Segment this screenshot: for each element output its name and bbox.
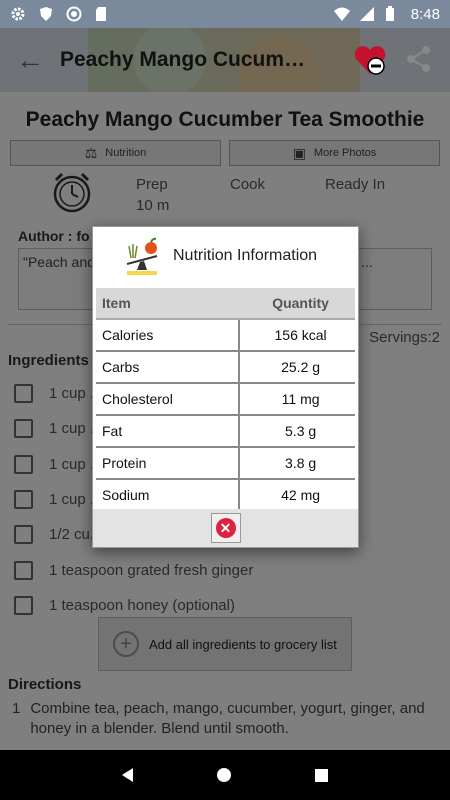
heart-remove-icon: [354, 46, 386, 75]
nutrient-quantity: 25.2 g: [240, 352, 355, 384]
nutrient-name: Calories: [96, 320, 241, 352]
dialog-footer: ✕: [93, 509, 358, 547]
nutrient-name: Protein: [96, 448, 241, 480]
sd-card-icon: [94, 6, 110, 22]
table-row: Protein 3.8 g: [96, 448, 355, 480]
dialog-header: Nutrition Information: [93, 227, 358, 285]
wifi-icon: [333, 6, 350, 22]
battery-icon: [385, 6, 401, 22]
system-nav-bar: [0, 750, 450, 800]
gear-icon: [10, 6, 26, 22]
nutrition-table: Item Quantity Calories 156 kcal Carbs 25.2…: [96, 288, 355, 512]
nav-back-button[interactable]: [122, 768, 133, 782]
favorite-toggle-button[interactable]: [352, 42, 388, 78]
table-row: Cholesterol 11 mg: [96, 384, 355, 416]
nutrient-name: Cholesterol: [96, 384, 241, 416]
shield-icon: [38, 6, 54, 22]
column-header-item: Item: [96, 288, 241, 320]
close-dialog-button[interactable]: ✕: [210, 513, 241, 543]
nutrition-dialog: Nutrition Information Item Quantity Calo…: [92, 226, 359, 548]
table-row: Fat 5.3 g: [96, 416, 355, 448]
nutrient-name: Fat: [96, 416, 241, 448]
nav-home-button[interactable]: [217, 768, 231, 782]
app-bar-title: Peachy Mango Cucumber Tea Smoothie: [60, 48, 310, 71]
nutrient-quantity: 156 kcal: [240, 320, 355, 352]
nutrient-quantity: 42 mg: [240, 480, 355, 512]
nav-recents-button[interactable]: [315, 768, 328, 782]
status-time: 8:48: [410, 5, 440, 23]
table-row: Calories 156 kcal: [96, 320, 355, 352]
column-header-quantity: Quantity: [240, 288, 355, 320]
close-icon: ✕: [215, 518, 236, 538]
nutrient-name: Sodium: [96, 480, 241, 512]
back-button[interactable]: ←: [0, 28, 60, 92]
nutrient-quantity: 3.8 g: [240, 448, 355, 480]
arrow-left-icon: ←: [16, 44, 44, 75]
table-row: Sodium 42 mg: [96, 480, 355, 512]
nutrient-quantity: 11 mg: [240, 384, 355, 416]
table-header-row: Item Quantity: [96, 288, 355, 320]
signal-icon: [359, 6, 375, 22]
dialog-title: Nutrition Information: [173, 247, 318, 264]
sync-icon: [66, 6, 82, 22]
share-button[interactable]: [404, 44, 434, 74]
nutrient-name: Carbs: [96, 352, 241, 384]
nutrient-quantity: 5.3 g: [240, 416, 355, 448]
status-bar: 8:48: [0, 0, 450, 28]
share-icon: [407, 46, 430, 72]
nutrition-logo-icon: [126, 237, 158, 275]
table-row: Carbs 25.2 g: [96, 352, 355, 384]
